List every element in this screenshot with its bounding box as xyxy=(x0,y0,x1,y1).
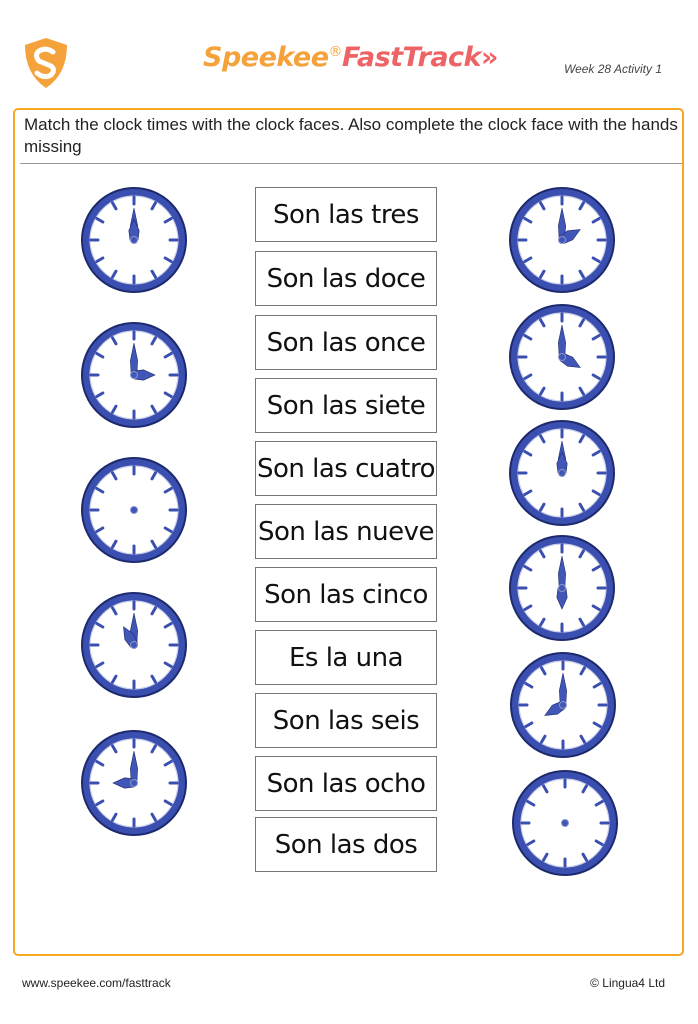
clock-center-pin xyxy=(558,236,566,244)
phrase-box[interactable]: Es la una xyxy=(255,630,437,685)
instructions: Match the clock times with the clock fac… xyxy=(24,115,678,156)
left-clock-face xyxy=(81,592,187,698)
phrase-box[interactable]: Son las dos xyxy=(255,817,437,872)
blank-clock-face[interactable] xyxy=(510,768,620,878)
right-clock-face xyxy=(509,187,615,293)
phrase-text: Es la una xyxy=(288,642,404,673)
phrase-text: Son las cinco xyxy=(264,579,428,610)
phrase-text: Son las once xyxy=(266,327,426,358)
left-clock-face xyxy=(81,730,187,836)
clock-center-pin xyxy=(558,584,566,592)
activity-label: Week 28 Activity 1 xyxy=(563,62,662,76)
phrase-text: Son las seis xyxy=(272,705,420,736)
phrase-box[interactable]: Son las cinco xyxy=(255,567,437,622)
phrase-text: Son las ocho xyxy=(266,768,426,799)
phrase-text: Son las siete xyxy=(266,390,426,421)
left-clock-face xyxy=(81,187,187,293)
brand-fasttrack: FastTrack xyxy=(342,42,482,73)
double-chevron-right-icon: » xyxy=(481,42,499,73)
clock-center-pin xyxy=(558,353,566,361)
phrase-text: Son las doce xyxy=(266,263,426,294)
phrase-box[interactable]: Son las cuatro xyxy=(255,441,437,496)
phrase-box[interactable]: Son las once xyxy=(255,315,437,370)
footer-copyright: © Lingua4 Ltd xyxy=(590,976,665,990)
phrase-box[interactable]: Son las ocho xyxy=(255,756,437,811)
clock-center-pin xyxy=(130,506,138,514)
phrase-box[interactable]: Son las doce xyxy=(255,251,437,306)
clock-center-pin xyxy=(559,701,567,709)
speekee-shield-logo-icon xyxy=(25,38,67,88)
blank-clock-face[interactable] xyxy=(79,455,189,565)
right-clock-face xyxy=(509,535,615,641)
phrase-text: Son las cuatro xyxy=(256,453,436,484)
divider xyxy=(20,163,682,164)
clock-center-pin xyxy=(130,236,138,244)
clock-center-pin xyxy=(130,371,138,379)
phrase-box[interactable]: Son las nueve xyxy=(255,504,437,559)
left-clock-face xyxy=(81,322,187,428)
right-clock-face xyxy=(509,420,615,526)
clock-center-pin xyxy=(561,819,569,827)
phrase-box[interactable]: Son las siete xyxy=(255,378,437,433)
right-clock-face xyxy=(510,652,616,758)
phrase-box[interactable]: Son las tres xyxy=(255,187,437,242)
phrase-text: Son las tres xyxy=(273,199,419,230)
brand-title: Speekee®FastTrack» xyxy=(203,42,499,73)
brand-speekee: Speekee xyxy=(203,42,329,73)
clock-center-pin xyxy=(558,469,566,477)
right-clock-face xyxy=(509,304,615,410)
phrase-text: Son las dos xyxy=(274,829,418,860)
phrase-text: Son las nueve xyxy=(258,516,434,547)
footer-url[interactable]: www.speekee.com/fasttrack xyxy=(22,976,171,990)
clock-center-pin xyxy=(130,641,138,649)
registered-mark: ® xyxy=(328,44,343,60)
phrase-box[interactable]: Son las seis xyxy=(255,693,437,748)
clock-center-pin xyxy=(130,779,138,787)
